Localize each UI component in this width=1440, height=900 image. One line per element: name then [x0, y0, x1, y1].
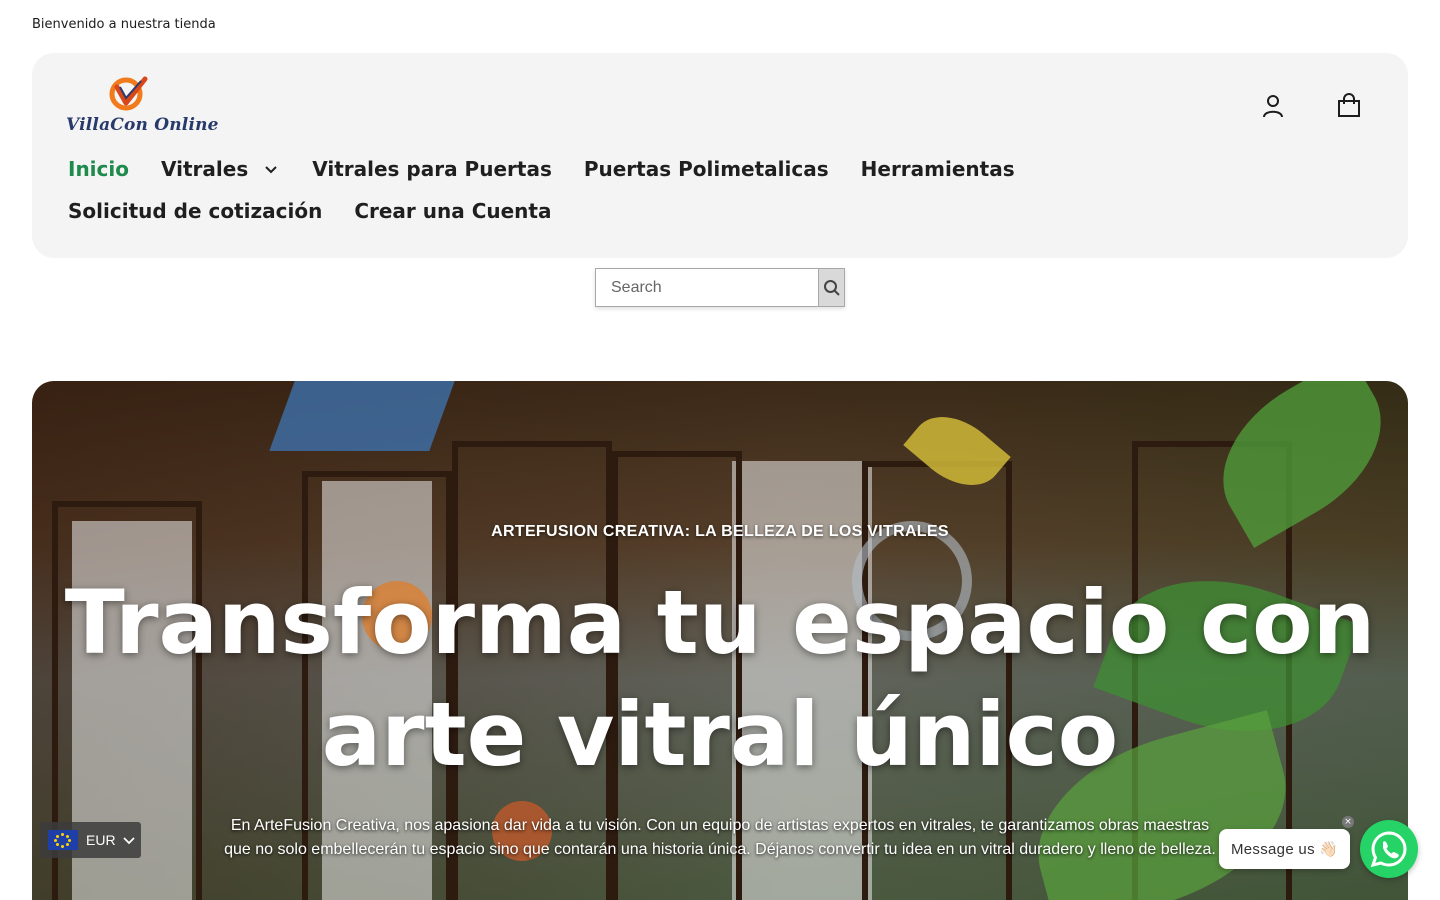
search-button[interactable]: [818, 269, 844, 306]
store-logo[interactable]: VillaCon Online: [66, 75, 219, 137]
nav-item-crear-cuenta[interactable]: Crear una Cuenta: [354, 197, 551, 225]
currency-selector[interactable]: EUR: [40, 822, 141, 858]
hero-description: En ArteFusion Creativa, nos apasiona dar…: [224, 817, 1216, 858]
hero-headline: Transforma tu espacio con arte vitral ún…: [32, 567, 1408, 791]
nav-item-herramientas[interactable]: Herramientas: [861, 155, 1015, 183]
main-navigation: Inicio Vitrales Vitrales para Puertas Pu…: [68, 155, 1288, 225]
user-icon[interactable]: [1260, 93, 1286, 119]
hero-eyebrow: ARTEFUSION CREATIVA: LA BELLEZA DE LOS V…: [491, 523, 949, 540]
currency-code: EUR: [86, 832, 116, 848]
logo-checkmark-icon: [109, 76, 148, 111]
announcement-bar-text: Bienvenido a nuestra tienda: [32, 17, 216, 32]
nav-item-puertas-polimetalicas[interactable]: Puertas Polimetalicas: [584, 155, 829, 183]
whatsapp-button[interactable]: [1360, 820, 1418, 878]
chevron-down-icon: [122, 837, 135, 845]
header-actions: [1260, 93, 1362, 119]
search-bar: [595, 268, 845, 307]
nav-item-vitrales-para-puertas[interactable]: Vitrales para Puertas: [312, 155, 552, 183]
search-input[interactable]: [596, 269, 818, 306]
logo-wordmark: VillaCon Online: [66, 115, 219, 135]
nav-item-vitrales[interactable]: Vitrales: [161, 155, 280, 183]
site-header: VillaCon Online Inicio Vitrales Vitrales…: [32, 53, 1408, 258]
chat-close-button[interactable]: ×: [1342, 816, 1354, 828]
shopping-bag-icon[interactable]: [1336, 93, 1362, 119]
hero-headline-line-1: Transforma tu espacio con: [64, 571, 1376, 674]
eu-flag-icon: [48, 830, 78, 850]
message-us-bubble[interactable]: Message us 👋🏻: [1219, 829, 1350, 869]
search-icon: [823, 279, 840, 296]
hero-headline-line-2: arte vitral único: [321, 683, 1119, 786]
nav-item-inicio[interactable]: Inicio: [68, 155, 129, 183]
chevron-down-icon: [265, 166, 277, 174]
whatsapp-icon: [1370, 831, 1407, 868]
nav-item-solicitud-cotizacion[interactable]: Solicitud de cotización: [68, 197, 322, 225]
hero-banner: ARTEFUSION CREATIVA: LA BELLEZA DE LOS V…: [32, 381, 1408, 900]
